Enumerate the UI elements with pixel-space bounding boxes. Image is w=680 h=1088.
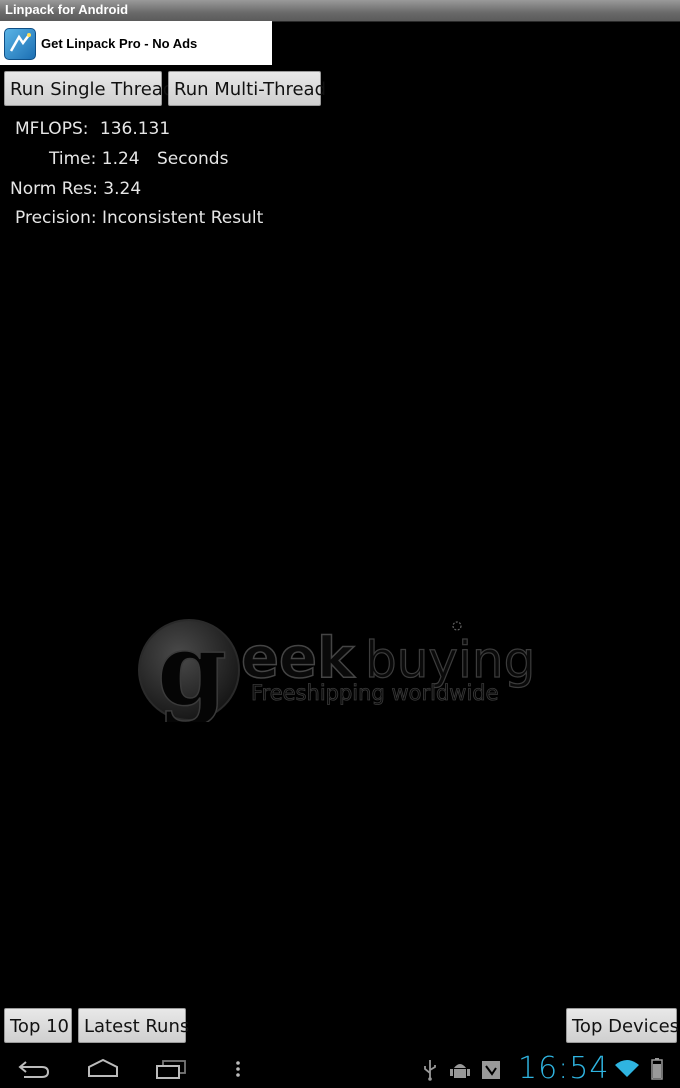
back-icon[interactable] bbox=[18, 1060, 50, 1078]
norm-res-row: Norm Res: 3.24 bbox=[10, 179, 141, 199]
top-10-button[interactable]: Top 10 bbox=[4, 1008, 72, 1043]
status-clock: 16:54 bbox=[518, 1051, 610, 1086]
android-debug-icon bbox=[450, 1064, 470, 1078]
run-single-thread-button[interactable]: Run Single Thread bbox=[4, 71, 174, 106]
home-icon[interactable] bbox=[86, 1058, 120, 1078]
top-devices-button[interactable]: Top Devices bbox=[566, 1008, 679, 1043]
mflops-value: 136.131 bbox=[99, 119, 171, 139]
norm-res-value: 3.24 bbox=[103, 179, 142, 199]
precision-value: Inconsistent Result bbox=[102, 208, 264, 228]
ad-text: Get Linpack Pro - No Ads bbox=[41, 36, 198, 51]
title-bar: Linpack for Android bbox=[0, 0, 680, 22]
latest-runs-button[interactable]: Latest Runs bbox=[78, 1008, 189, 1043]
geekbuying-watermark: g eek buying Freeshipping worldwide bbox=[137, 609, 536, 729]
menu-icon[interactable] bbox=[234, 1060, 242, 1078]
linpack-pro-icon bbox=[4, 28, 36, 60]
mflops-label: MFLOPS: bbox=[15, 119, 89, 139]
usb-icon bbox=[424, 1060, 436, 1081]
ad-banner[interactable]: Get Linpack Pro - No Ads bbox=[0, 21, 272, 65]
watermark-tagline: Freeshipping worldwide bbox=[251, 681, 499, 705]
sd-card-icon bbox=[482, 1061, 500, 1079]
time-label: Time: bbox=[49, 149, 97, 169]
wifi-icon bbox=[615, 1060, 639, 1077]
precision-row: Precision: Inconsistent Result bbox=[15, 208, 263, 228]
run-multi-thread-button[interactable]: Run Multi-Thread bbox=[168, 71, 326, 106]
recent-apps-icon[interactable] bbox=[155, 1059, 187, 1079]
time-row: Time: 1.24 Seconds bbox=[49, 149, 228, 169]
battery-icon bbox=[651, 1058, 663, 1080]
watermark-g: g bbox=[157, 612, 227, 722]
system-bar: 16:54 bbox=[0, 1048, 680, 1088]
precision-label: Precision: bbox=[15, 208, 97, 228]
mflops-row: MFLOPS: 136.131 bbox=[15, 119, 170, 139]
time-value: 1.24 bbox=[101, 149, 140, 169]
norm-res-label: Norm Res: bbox=[10, 179, 98, 199]
time-unit: Seconds bbox=[157, 149, 229, 169]
app-title: Linpack for Android bbox=[5, 2, 129, 17]
